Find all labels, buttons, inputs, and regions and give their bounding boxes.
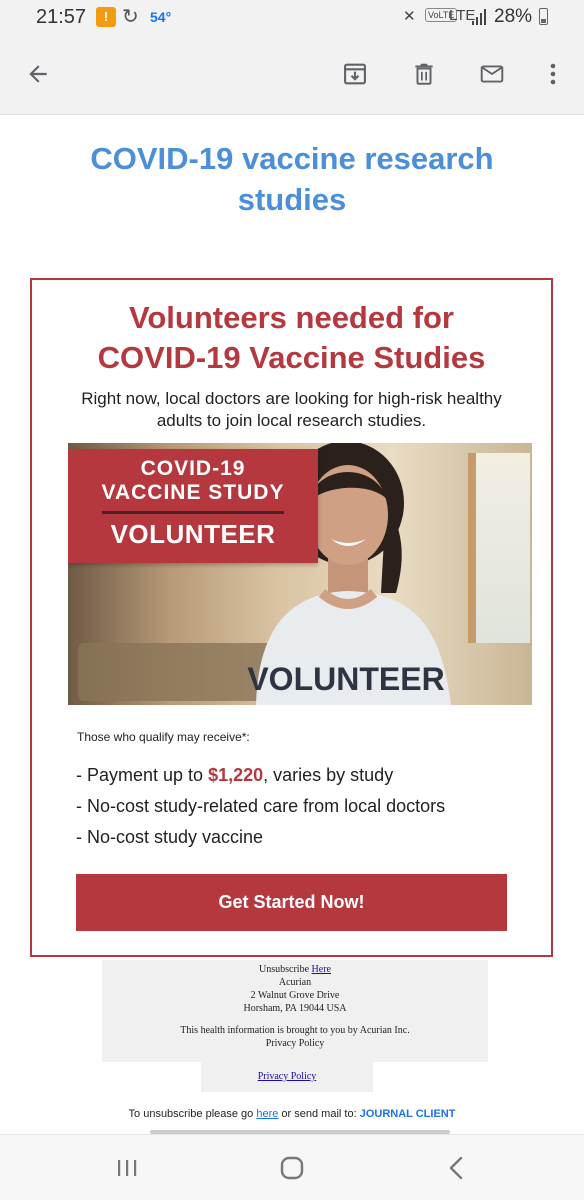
qualify-text: Those who qualify may receive*: [77,730,250,744]
get-started-button[interactable]: Get Started Now! [76,874,507,931]
unsubscribe-here-link[interactable]: here [256,1108,278,1120]
footer-address1: 2 Walnut Grove Drive [250,990,340,1001]
nav-back-icon[interactable] [436,1153,476,1183]
email-subject: COVID-19 vaccine research studies [90,141,494,217]
nav-bar [0,1134,584,1200]
svg-text:VOLUNTEER: VOLUNTEER [247,661,444,697]
home-icon[interactable] [272,1153,312,1183]
footer-address2: Horsham, PA 19044 USA [243,1003,347,1014]
archive-icon[interactable] [337,56,373,92]
study-banner: COVID-19 VACCINE STUDY VOLUNTEER [68,449,318,563]
journal-client-label: JOURNAL CLIENT [359,1108,456,1120]
footer-health-info: This health information is brought to yo… [180,1025,410,1036]
card-intro: Right now, local doctors are looking for… [81,389,502,430]
card-heading-line1: Volunteers needed for [129,300,454,335]
card-heading-line2: COVID-19 Vaccine Studies [97,340,486,375]
unsubscribe-row: Unsubscribe Here [259,964,331,975]
footer-box: Unsubscribe Here Acurian 2 Walnut Grove … [102,960,488,1062]
benefit-payment: - Payment up to $1,220, varies by study [76,765,394,785]
unsubscribe-link[interactable]: Here [312,964,331,975]
benefits-list: - Payment up to $1,220, varies by study … [76,760,445,853]
banner-line2: VACCINE STUDY [101,481,285,504]
status-time: 21:57 [36,6,87,28]
unsubscribe-line: To unsubscribe please go here or send ma… [128,1108,456,1120]
mute-icon: ✕ [403,8,416,25]
status-temperature: 54° [150,9,172,25]
banner-line3: VOLUNTEER [110,519,276,549]
delete-icon[interactable] [406,56,442,92]
status-battery: 28% [494,6,533,27]
notification-icon: ! [96,7,116,27]
benefit-vaccine: - No-cost study vaccine [76,827,264,847]
card-heading: Volunteers needed for COVID-19 Vaccine S… [32,298,551,378]
banner-line1: COVID-19 [140,457,246,480]
back-arrow-icon[interactable] [20,56,56,92]
footer-privacy-text: Privacy Policy [265,1038,325,1049]
mark-unread-icon[interactable] [474,56,510,92]
payment-amount: $1,220 [208,765,264,785]
status-bar: 21:57 ! ↻ 54° ✕ VoLTE LTE 28% [0,0,584,36]
benefit-care: - No-cost study-related care from local … [76,796,446,816]
app-bar-divider [0,114,584,115]
recents-icon[interactable] [107,1153,147,1183]
app-bar [0,36,584,114]
banner-rule [102,511,284,514]
footer-company: Acurian [278,977,312,988]
signal-icon [472,9,486,25]
battery-icon [539,8,548,25]
privacy-policy-link[interactable]: Privacy Policy [258,1071,317,1082]
privacy-box: Privacy Policy [201,1062,373,1092]
hero-image[interactable]: VOLUNTEER COVID-19 VACCINE STUDY VOLUNTE… [68,443,532,705]
promo-card: Volunteers needed for COVID-19 Vaccine S… [30,278,553,957]
more-vert-icon[interactable] [535,56,571,92]
sync-icon: ↻ [122,6,139,28]
